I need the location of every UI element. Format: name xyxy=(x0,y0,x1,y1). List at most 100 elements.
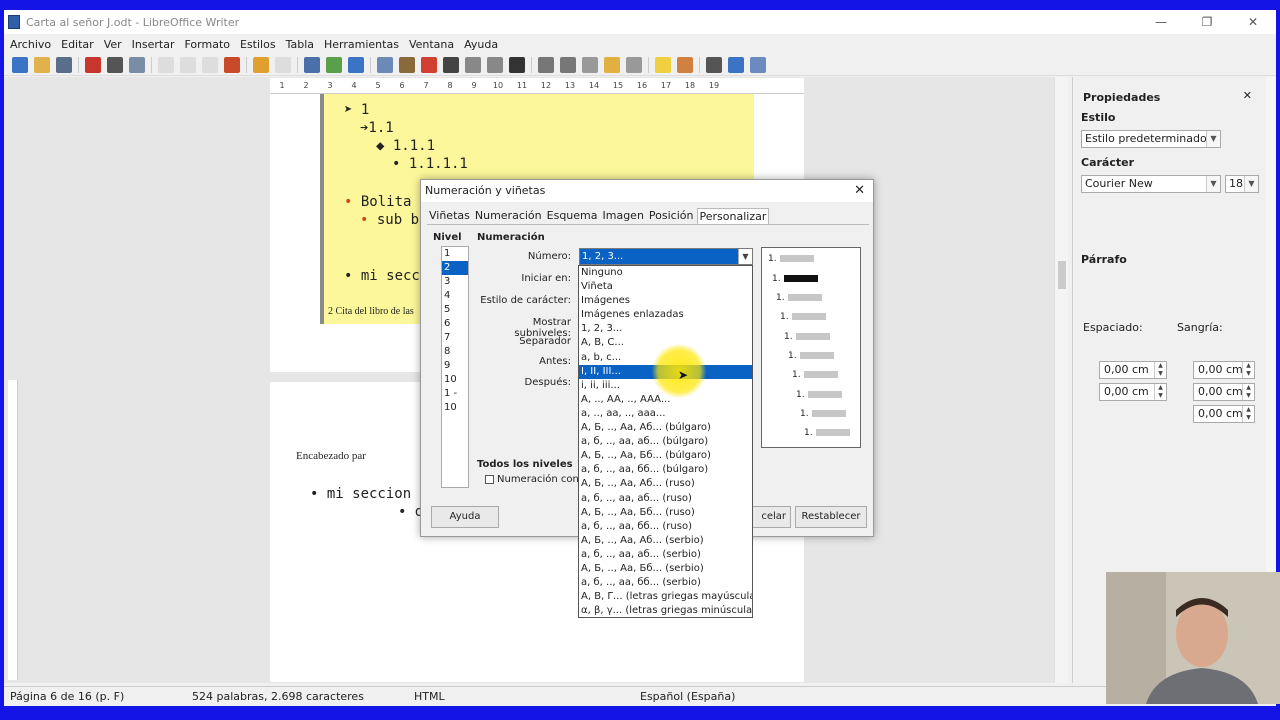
tab-numeracion[interactable]: Numeración xyxy=(473,208,544,224)
indent-after-spinner[interactable]: 0,00 cm ▲ ▼ xyxy=(1193,383,1255,401)
tab-esquema[interactable]: Esquema xyxy=(545,208,600,224)
menu-archivo[interactable]: Archivo xyxy=(10,38,51,51)
minimize-button[interactable]: — xyxy=(1138,10,1184,34)
list-line[interactable]: • Bolita xyxy=(344,194,411,210)
hyperlink-icon[interactable] xyxy=(538,56,554,73)
list-line[interactable]: • mi secc xyxy=(344,268,420,284)
dropdown-option[interactable]: а, б, .., аа, бб... (serbio) xyxy=(579,576,752,590)
special-character-icon[interactable] xyxy=(509,56,525,73)
insert-field-icon[interactable] xyxy=(487,56,503,73)
dropdown-option[interactable]: Α, Β, Γ... (letras griegas mayúsculas) xyxy=(579,590,752,604)
dropdown-option[interactable]: А, Б, .., Аа, Бб... (serbio) xyxy=(579,562,752,576)
dialog-close-icon[interactable]: ✕ xyxy=(854,180,865,202)
export-pdf-icon[interactable] xyxy=(85,56,101,73)
reset-button[interactable]: Restablecer xyxy=(795,506,867,528)
level-item[interactable]: 8 xyxy=(442,345,468,359)
dropdown-option[interactable]: А, Б, .., Аа, Бб... (ruso) xyxy=(579,506,752,520)
close-button[interactable]: ✕ xyxy=(1230,10,1276,34)
undo-icon[interactable] xyxy=(253,56,269,73)
menu-ver[interactable]: Ver xyxy=(104,38,122,51)
style-section-header[interactable]: Estilo xyxy=(1081,111,1115,124)
level-item[interactable]: 4 xyxy=(442,289,468,303)
level-item[interactable]: 10 xyxy=(442,373,468,387)
chevron-down-icon[interactable]: ▼ xyxy=(738,249,752,264)
dropdown-option[interactable]: А, Б, .., Аа, Аб... (ruso) xyxy=(579,477,752,491)
endnote-icon[interactable] xyxy=(582,56,598,73)
cancel-button[interactable]: celar xyxy=(751,506,791,528)
level-item[interactable]: 1 xyxy=(442,247,468,261)
dropdown-option[interactable]: 1, 2, 3... xyxy=(579,322,752,336)
word-count[interactable]: 524 palabras, 2.698 caracteres xyxy=(192,690,364,703)
insert-chart-icon[interactable] xyxy=(421,56,437,73)
number-format-select[interactable]: 1, 2, 3... ▼ xyxy=(579,248,753,265)
comment-icon[interactable] xyxy=(655,56,671,73)
indent-before-spinner[interactable]: 0,00 cm ▲ ▼ xyxy=(1193,361,1255,379)
dropdown-option[interactable]: A, .., AA, .., AAA... xyxy=(579,393,752,407)
dropdown-option[interactable]: α, β, γ... (letras griegas minúsculas) xyxy=(579,604,752,618)
document-scrollbar[interactable] xyxy=(1054,77,1068,683)
menu-ayuda[interactable]: Ayuda xyxy=(464,38,498,51)
menu-ventana[interactable]: Ventana xyxy=(409,38,454,51)
cross-reference-icon[interactable] xyxy=(626,56,642,73)
dropdown-option[interactable]: А, Б, .., Аа, Аб... (serbio) xyxy=(579,534,752,548)
dropdown-option[interactable]: Imágenes enlazadas xyxy=(579,308,752,322)
redo-icon[interactable] xyxy=(275,56,291,73)
caption-text[interactable]: 2 Cita del libro de las xyxy=(328,306,414,317)
find-replace-icon[interactable] xyxy=(304,56,320,73)
menu-editar[interactable]: Editar xyxy=(61,38,94,51)
menu-insertar[interactable]: Insertar xyxy=(132,38,175,51)
copy-icon[interactable] xyxy=(180,56,196,73)
space-above-spinner[interactable]: 0,00 cm ▲ ▼ xyxy=(1099,361,1167,379)
paragraph-style-select[interactable]: Estilo predeterminado ▼ xyxy=(1081,130,1221,148)
dropdown-option[interactable]: а, б, .., аа, бб... (búlgaro) xyxy=(579,463,752,477)
line-icon[interactable] xyxy=(706,56,722,73)
dropdown-option[interactable]: Imágenes xyxy=(579,294,752,308)
level-item[interactable]: 5 xyxy=(442,303,468,317)
list-line[interactable]: • sub b xyxy=(360,212,419,228)
level-item[interactable]: 1 - 10 xyxy=(442,387,468,413)
insert-image-icon[interactable] xyxy=(399,56,415,73)
cut-icon[interactable] xyxy=(158,56,174,73)
page-break-icon[interactable] xyxy=(465,56,481,73)
dropdown-option[interactable]: a, .., aa, .., aaa... xyxy=(579,407,752,421)
font-name-select[interactable]: Courier New ▼ xyxy=(1081,175,1221,193)
list-line[interactable]: ➤ 1 xyxy=(344,102,369,118)
formatting-marks-icon[interactable] xyxy=(348,56,364,73)
dropdown-option[interactable]: а, б, .., аа, аб... (serbio) xyxy=(579,548,752,562)
draw-functions-icon[interactable] xyxy=(750,56,766,73)
print-preview-icon[interactable] xyxy=(129,56,145,73)
clone-formatting-icon[interactable] xyxy=(224,56,240,73)
character-section-header[interactable]: Carácter xyxy=(1081,156,1134,169)
dropdown-option[interactable]: А, Б, .., Аа, Аб... (búlgaro) xyxy=(579,421,752,435)
language-status[interactable]: Español (España) xyxy=(640,690,735,703)
print-icon[interactable] xyxy=(107,56,123,73)
consecutive-numbering-checkbox[interactable]: Numeración conse xyxy=(485,474,590,485)
open-folder-icon[interactable] xyxy=(34,56,50,73)
tab-personalizar[interactable]: Personalizar xyxy=(696,208,770,224)
basic-shapes-icon[interactable] xyxy=(728,56,744,73)
sidebar-close-icon[interactable]: ✕ xyxy=(1243,89,1252,102)
level-item[interactable]: 7 xyxy=(442,331,468,345)
dropdown-option[interactable]: Viñeta xyxy=(579,280,752,294)
tab-imagen[interactable]: Imagen xyxy=(601,208,646,224)
maximize-button[interactable]: ❐ xyxy=(1184,10,1230,34)
dropdown-option[interactable]: а, б, .., аа, аб... (ruso) xyxy=(579,492,752,506)
first-line-indent-spinner[interactable]: 0,00 cm ▲ ▼ xyxy=(1193,405,1255,423)
menu-formato[interactable]: Formato xyxy=(185,38,231,51)
list-line[interactable]: • mi seccion xyxy=(310,486,411,502)
page-count[interactable]: Página 6 de 16 (p. F) xyxy=(10,690,124,703)
footnote-icon[interactable] xyxy=(560,56,576,73)
paragraph-section-header[interactable]: Párrafo xyxy=(1081,253,1127,266)
tab-posicion[interactable]: Posición xyxy=(647,208,696,224)
scroll-thumb[interactable] xyxy=(1058,261,1066,289)
save-icon[interactable] xyxy=(56,56,72,73)
bookmark-icon[interactable] xyxy=(604,56,620,73)
dropdown-option[interactable]: А, Б, .., Аа, Бб... (búlgaro) xyxy=(579,449,752,463)
level-list[interactable]: 1 2 3 4 5 6 7 8 9 10 1 - 10 xyxy=(441,246,469,488)
font-size-select[interactable]: 18 ▼ xyxy=(1225,175,1259,193)
tab-vinetas[interactable]: Viñetas xyxy=(427,208,472,224)
number-format-dropdown[interactable]: Ninguno Viñeta Imágenes Imágenes enlazad… xyxy=(578,265,753,618)
help-button[interactable]: Ayuda xyxy=(431,506,499,528)
list-line[interactable]: • 1.1.1.1 xyxy=(392,156,468,172)
dropdown-option[interactable]: а, б, .., аа, аб... (búlgaro) xyxy=(579,435,752,449)
